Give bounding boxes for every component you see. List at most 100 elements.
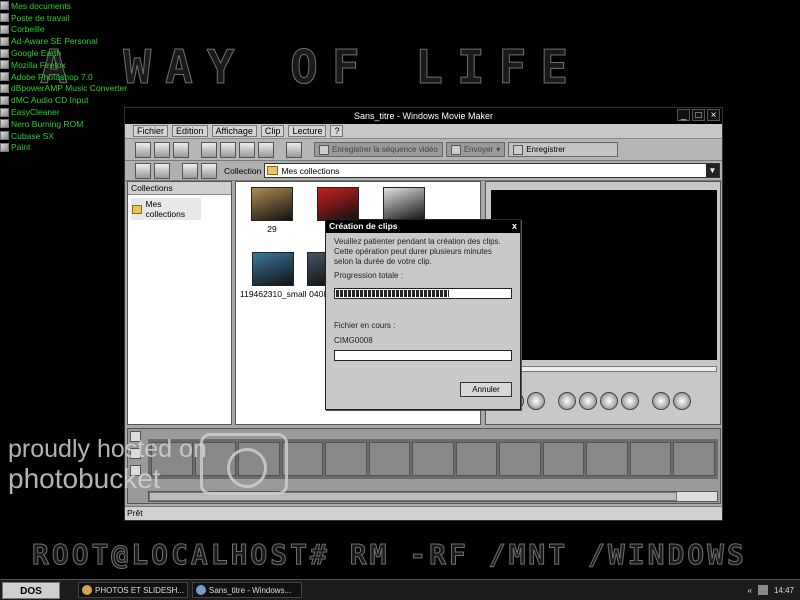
collection-select[interactable]: Mes collections ▼ bbox=[264, 163, 720, 178]
cleaner-icon bbox=[0, 107, 9, 117]
desktop-icon-poste-de-travail[interactable]: Poste de travail bbox=[0, 12, 130, 24]
dialog-title: Création de clips bbox=[329, 221, 398, 231]
wallpaper-command: ROOT@LOCALHOST# RM -RF /MNT /WINDOWS bbox=[32, 538, 747, 572]
recycle-bin-icon bbox=[0, 24, 9, 34]
collections-panel: Collections Mes collections bbox=[127, 181, 232, 425]
folder-icon bbox=[267, 166, 279, 175]
photobucket-watermark: proudly hosted on photobucket bbox=[0, 425, 315, 505]
next-frame-icon[interactable] bbox=[621, 392, 639, 410]
converter-icon bbox=[0, 83, 9, 93]
dialog-close-icon[interactable]: x bbox=[512, 220, 517, 233]
camera-icon bbox=[200, 433, 288, 495]
desktop-icon-photoshop[interactable]: Adobe Photoshop 7.0 bbox=[0, 71, 130, 83]
taskbar-item-movie-maker[interactable]: Sans_titre - Windows... bbox=[192, 582, 302, 598]
collections-tree-item[interactable]: Mes collections bbox=[131, 198, 201, 220]
desktop-icon-firefox[interactable]: Mozilla Firefox bbox=[0, 59, 130, 71]
clip-item[interactable]: 29 bbox=[250, 187, 294, 234]
open-icon[interactable] bbox=[154, 141, 170, 158]
start-button[interactable]: DOS bbox=[2, 581, 60, 599]
collection-toolbar: Collection Mes collections ▼ bbox=[125, 161, 722, 181]
desktop-icon-nero[interactable]: Nero Burning ROM bbox=[0, 118, 130, 130]
paint-icon bbox=[0, 142, 9, 152]
collections-panel-header: Collections bbox=[128, 182, 231, 195]
menu-affichage[interactable]: Affichage bbox=[211, 125, 257, 137]
clock: 14:47 bbox=[773, 585, 794, 595]
desktop-icon-ad-aware[interactable]: Ad-Aware SE Personal bbox=[0, 35, 130, 47]
collections-view-icon[interactable] bbox=[182, 162, 198, 179]
minimize-button[interactable]: _ bbox=[677, 109, 690, 121]
dialog-message: Veuillez patienter pendant la création d… bbox=[334, 237, 501, 266]
save-icon[interactable] bbox=[173, 141, 189, 158]
cancel-button[interactable]: Annuler bbox=[460, 382, 512, 397]
seek-bar[interactable] bbox=[491, 366, 717, 372]
views-icon[interactable] bbox=[201, 162, 217, 179]
globe-icon bbox=[0, 48, 9, 58]
desktop-icon-cubase[interactable]: Cubase SX bbox=[0, 130, 130, 142]
nero-icon bbox=[0, 119, 9, 129]
current-file-name: CIMG0008 bbox=[334, 336, 373, 345]
menu-clip[interactable]: Clip bbox=[260, 125, 285, 137]
cd-icon bbox=[0, 95, 9, 105]
clip-thumbnail bbox=[383, 187, 425, 221]
current-progress-bar bbox=[334, 350, 512, 361]
clip-label: 29 bbox=[267, 224, 277, 234]
system-tray: « 14:47 bbox=[748, 585, 800, 595]
properties-icon[interactable] bbox=[286, 141, 302, 158]
paste-icon[interactable] bbox=[239, 141, 255, 158]
record-button[interactable]: Enregistrer bbox=[508, 142, 619, 157]
copy-icon[interactable] bbox=[220, 141, 236, 158]
desktop-icon-dmc-audio[interactable]: dMC Audio CD Input bbox=[0, 94, 130, 106]
chevron-down-icon[interactable]: ▼ bbox=[706, 164, 719, 177]
menu-edition[interactable]: Edition bbox=[172, 125, 208, 137]
menu-lecture[interactable]: Lecture bbox=[288, 125, 327, 137]
save-sequence-button[interactable]: Enregistrer la séquence vidéo bbox=[314, 142, 443, 157]
dialog-titlebar[interactable]: Création de clips x bbox=[326, 220, 520, 233]
film-icon bbox=[319, 144, 329, 155]
desktop-icon-corbeille[interactable]: Corbeille bbox=[0, 24, 130, 36]
window-title: Sans_titre - Windows Movie Maker bbox=[353, 111, 494, 121]
new-collection-icon[interactable] bbox=[154, 162, 170, 179]
clip-item[interactable]: 119462310_small bbox=[240, 252, 306, 299]
taskbar: DOS PHOTOS ET SLIDESH... Sans_titre - Wi… bbox=[0, 579, 800, 600]
preview-screen bbox=[491, 190, 717, 360]
previous-frame-icon[interactable] bbox=[558, 392, 576, 410]
stop-icon[interactable] bbox=[527, 392, 545, 410]
main-toolbar: Enregistrer la séquence vidéo Envoyer ▾ E… bbox=[125, 139, 722, 161]
tray-expand-icon[interactable]: « bbox=[748, 586, 752, 595]
desktop-icon-dbpoweramp[interactable]: dBpowerAMP Music Converter bbox=[0, 83, 130, 95]
record-icon bbox=[513, 144, 524, 155]
snapshot-icon[interactable] bbox=[673, 392, 691, 410]
forward-icon[interactable] bbox=[600, 392, 618, 410]
up-level-icon[interactable] bbox=[135, 162, 151, 179]
maximize-button[interactable]: □ bbox=[692, 109, 705, 121]
volume-icon[interactable] bbox=[757, 585, 768, 595]
cut-icon[interactable] bbox=[201, 141, 217, 158]
split-clip-icon[interactable] bbox=[652, 392, 670, 410]
folder-icon bbox=[132, 204, 143, 214]
clip-thumbnail bbox=[251, 187, 293, 221]
desktop-icon-google-earth[interactable]: Google Earth bbox=[0, 47, 130, 59]
cubase-icon bbox=[0, 131, 9, 141]
clip-thumbnail bbox=[317, 187, 359, 221]
watermark-line2: photobucket bbox=[8, 463, 161, 494]
desktop-icon-mes-documents[interactable]: Mes documents bbox=[0, 0, 130, 12]
status-bar: Prêt bbox=[125, 506, 722, 520]
menu-help[interactable]: ? bbox=[330, 125, 344, 137]
clip-label: 119462310_small bbox=[240, 289, 307, 299]
rewind-icon[interactable] bbox=[579, 392, 597, 410]
menu-bar: Fichier Edition Affichage Clip Lecture ? bbox=[125, 124, 722, 139]
total-progress-bar bbox=[334, 288, 512, 299]
send-button[interactable]: Envoyer ▾ bbox=[445, 142, 506, 157]
total-progress-fill bbox=[336, 290, 450, 297]
collection-select-value: Mes collections bbox=[281, 165, 340, 176]
clip-thumbnail bbox=[252, 252, 294, 286]
menu-fichier[interactable]: Fichier bbox=[133, 125, 169, 137]
close-button[interactable]: × bbox=[707, 109, 720, 121]
collection-label: Collection bbox=[224, 165, 262, 176]
window-titlebar[interactable]: Sans_titre - Windows Movie Maker _ □ × bbox=[125, 108, 722, 124]
taskbar-item-photos[interactable]: PHOTOS ET SLIDESH... bbox=[78, 582, 188, 598]
new-icon[interactable] bbox=[135, 141, 151, 158]
desktop-icon-paint[interactable]: Paint bbox=[0, 142, 130, 154]
delete-icon[interactable] bbox=[258, 141, 274, 158]
desktop-icon-easycleaner[interactable]: EasyCleaner bbox=[0, 106, 130, 118]
